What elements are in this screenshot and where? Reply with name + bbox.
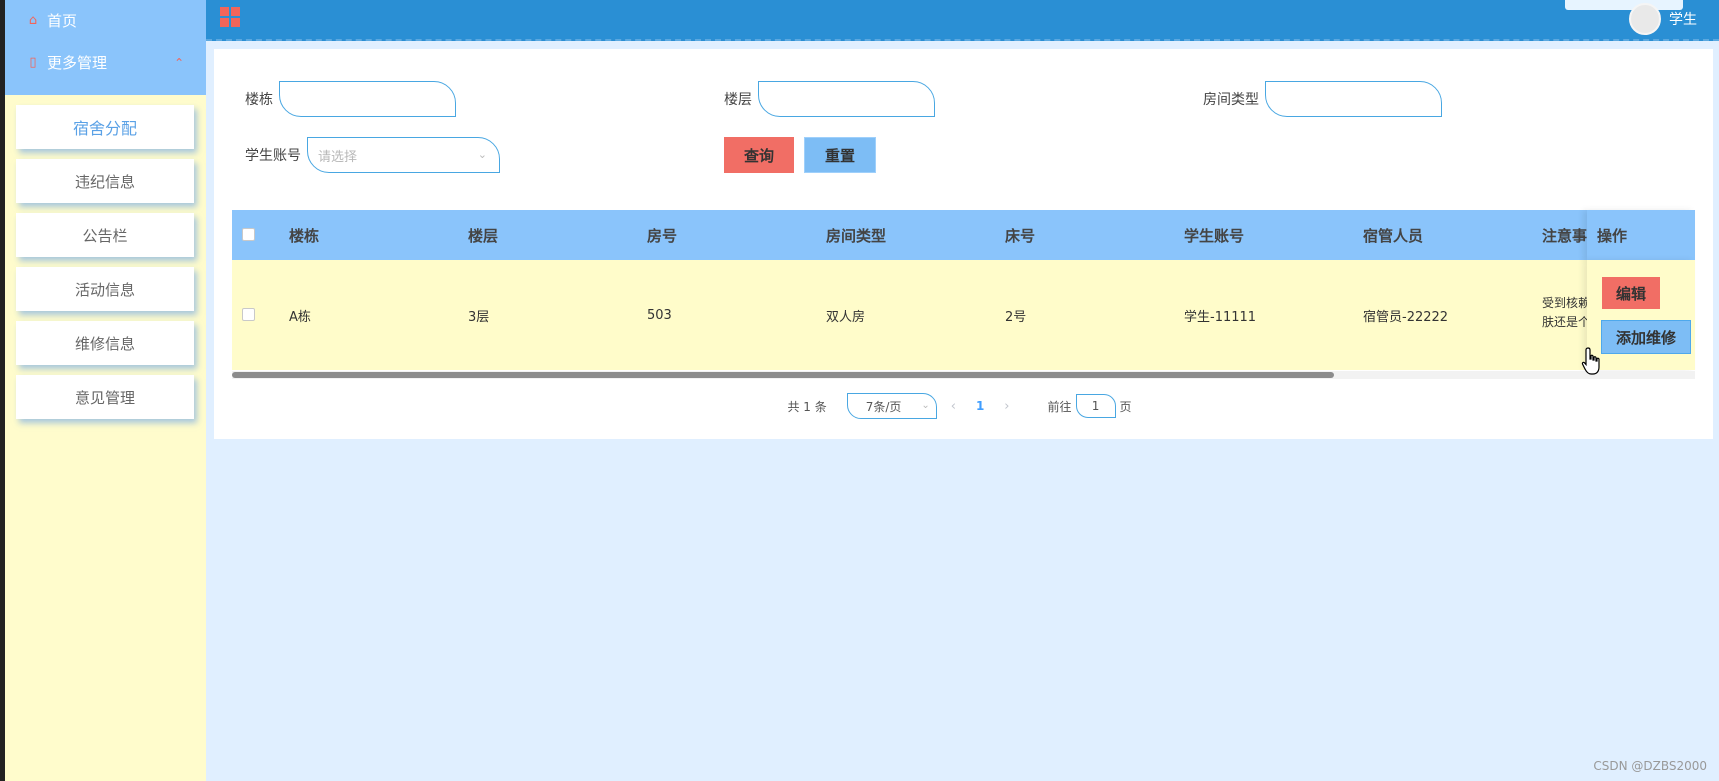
cell-floor: 3层 — [468, 309, 490, 325]
page-number[interactable]: 1 — [976, 399, 984, 413]
chevron-down-icon: ⌄ — [921, 400, 930, 411]
scrollbar-thumb[interactable] — [232, 372, 1334, 378]
pagination-total: 共 1 条 — [787, 399, 827, 414]
floor-input[interactable] — [758, 81, 935, 117]
sidebar-item-repair-info[interactable]: 维修信息 — [16, 321, 194, 365]
menu-toggle-icon[interactable] — [220, 7, 240, 27]
floor-label: 楼层 — [724, 92, 752, 108]
user-menu[interactable]: 学生 — [1629, 3, 1697, 35]
student-account-select[interactable]: 请选择 ⌄ — [307, 137, 500, 173]
document-icon: ▯ — [29, 54, 37, 70]
filter-student-account: 学生账号 请选择 ⌄ — [245, 137, 500, 173]
main-panel: 楼栋 楼层 房间类型 学生账号 请选择 ⌄ 查询 重置 楼栋 楼层 房号 房间类… — [214, 49, 1713, 439]
page-size-value: 7条/页 — [865, 399, 902, 414]
select-all-checkbox[interactable] — [242, 228, 255, 241]
filter-room-type: 房间类型 — [1203, 81, 1442, 117]
hand-cursor-icon — [1581, 347, 1600, 375]
data-table: 楼栋 楼层 房号 房间类型 床号 学生账号 宿管人员 注意事 A栋 3层 503… — [232, 210, 1695, 370]
filter-floor: 楼层 — [724, 81, 935, 117]
table-header: 楼栋 楼层 房号 房间类型 床号 学生账号 宿管人员 注意事 — [232, 210, 1695, 260]
page-jump: 前往 1 页 — [1048, 394, 1132, 418]
prev-page-icon[interactable]: ‹ — [951, 399, 956, 414]
reset-button[interactable]: 重置 — [804, 137, 877, 173]
actions-cell: 编辑 添加维修 — [1587, 260, 1695, 370]
cell-room-type: 双人房 — [826, 309, 866, 325]
home-icon: ⌂ — [28, 12, 38, 28]
room-type-label: 房间类型 — [1203, 92, 1259, 108]
page-suffix: 页 — [1119, 399, 1132, 414]
building-input[interactable] — [279, 81, 456, 117]
sidebar-top-menu: ⌂ 首页 ▯ 更多管理 ⌄ — [5, 0, 206, 95]
room-type-input[interactable] — [1265, 81, 1442, 117]
actions-column: 操作 编辑 添加维修 — [1587, 210, 1695, 370]
sidebar-item-dorm-assignment[interactable]: 宿舍分配 — [16, 105, 194, 149]
filter-actions: 查询 重置 — [724, 137, 877, 173]
column-header[interactable]: 房间类型 — [826, 225, 886, 246]
sidebar-item-more-management[interactable]: ▯ 更多管理 ⌄ — [5, 40, 206, 84]
sidebar-item-home[interactable]: ⌂ 首页 — [5, 0, 206, 40]
cell-bed: 2号 — [1005, 309, 1027, 325]
building-label: 楼栋 — [245, 92, 273, 108]
next-page-icon[interactable]: › — [1004, 399, 1009, 414]
user-name: 学生 — [1669, 12, 1697, 28]
goto-label: 前往 — [1047, 399, 1072, 414]
note-line: 肤还是个 — [1542, 315, 1591, 329]
select-placeholder: 请选择 — [318, 149, 358, 165]
cell-room: 503 — [647, 307, 672, 323]
cell-student: 学生-11111 — [1184, 309, 1257, 325]
chevron-up-icon: ⌄ — [173, 55, 184, 69]
sidebar-item-label: 首页 — [47, 11, 78, 30]
column-header[interactable]: 注意事 — [1542, 225, 1587, 246]
sidebar-submenu: 宿舍分配 违纪信息 公告栏 活动信息 维修信息 意见管理 — [5, 95, 206, 419]
sidebar: ⌂ 首页 ▯ 更多管理 ⌄ 宿舍分配 违纪信息 公告栏 活动信息 维修信息 意见… — [0, 0, 206, 781]
column-header[interactable]: 宿管人员 — [1363, 225, 1423, 246]
sidebar-item-label: 更多管理 — [47, 53, 108, 72]
column-header[interactable]: 楼层 — [468, 225, 498, 246]
top-header: 学生 — [206, 0, 1719, 41]
chevron-down-icon: ⌄ — [477, 148, 487, 161]
filter-building: 楼栋 — [245, 81, 456, 117]
sidebar-item-activity-info[interactable]: 活动信息 — [16, 267, 194, 311]
column-header[interactable]: 楼栋 — [289, 225, 319, 246]
row-checkbox[interactable] — [242, 308, 255, 321]
sidebar-item-feedback-management[interactable]: 意见管理 — [16, 375, 194, 419]
column-header[interactable]: 学生账号 — [1184, 225, 1244, 246]
note-line: 受到核赖 — [1542, 296, 1591, 310]
column-header-actions: 操作 — [1587, 210, 1695, 260]
cell-manager: 宿管员-22222 — [1363, 309, 1449, 325]
cell-building: A栋 — [289, 309, 311, 325]
edit-button[interactable]: 编辑 — [1602, 277, 1660, 309]
goto-page-input[interactable]: 1 — [1075, 394, 1116, 418]
avatar[interactable] — [1629, 3, 1661, 35]
column-header[interactable]: 房号 — [647, 225, 677, 246]
student-account-label: 学生账号 — [245, 148, 301, 164]
cell-note: 受到核赖 肤还是个 — [1542, 294, 1590, 332]
pagination: 共 1 条 7条/页 ⌄ ‹ 1 › 前往 1 页 — [214, 393, 1713, 419]
add-repair-button[interactable]: 添加维修 — [1601, 320, 1691, 354]
table-row: A栋 3层 503 双人房 2号 学生-11111 宿管员-22222 受到核赖… — [232, 260, 1695, 370]
watermark: CSDN @DZBS2000 — [1593, 759, 1707, 773]
sidebar-item-violation-info[interactable]: 违纪信息 — [16, 159, 194, 203]
query-button[interactable]: 查询 — [724, 137, 795, 173]
column-header[interactable]: 床号 — [1005, 225, 1035, 246]
horizontal-scrollbar[interactable] — [232, 371, 1695, 379]
sidebar-item-bulletin-board[interactable]: 公告栏 — [16, 213, 194, 257]
page-size-select[interactable]: 7条/页 ⌄ — [846, 393, 937, 419]
